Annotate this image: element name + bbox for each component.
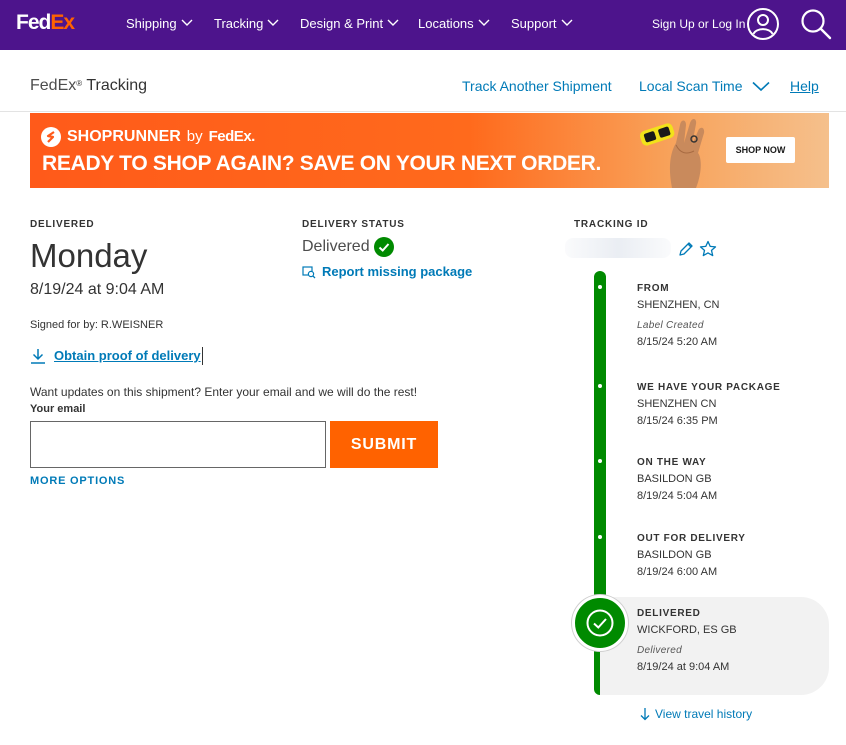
pencil-edit-icon[interactable]	[678, 241, 694, 257]
timeline-event-delivered: DELIVERED WICKFORD, ES GB Delivered 8/19…	[637, 608, 737, 673]
chevron-down-icon	[561, 19, 573, 27]
timeline-dot	[598, 459, 602, 463]
search-icon[interactable]	[799, 7, 833, 41]
nav-shipping[interactable]: Shipping	[126, 16, 193, 32]
shop-now-button[interactable]: SHOP NOW	[726, 137, 795, 163]
updates-prompt: Want updates on this shipment? Enter you…	[30, 385, 418, 399]
timeline-event: OUT FOR DELIVERY BASILDON GB 8/19/24 6:0…	[637, 533, 746, 578]
submit-button[interactable]: SUBMIT	[330, 421, 438, 468]
delivery-datetime: 8/19/24 at 9:04 AM	[30, 281, 165, 298]
track-another-shipment-link[interactable]: Track Another Shipment	[462, 77, 612, 95]
sign-up-log-in-link[interactable]: Sign Up or Log In	[652, 16, 745, 32]
timeline-event: ON THE WAY BASILDON GB 8/19/24 5:04 AM	[637, 457, 718, 502]
timeline-dot	[598, 384, 602, 388]
help-link[interactable]: Help	[790, 77, 819, 95]
check-circle-outline-icon	[586, 609, 614, 637]
download-icon	[31, 349, 45, 364]
delivered-label: DELIVERED	[30, 219, 95, 230]
view-travel-history-link[interactable]: View travel history	[640, 705, 752, 723]
shoprunner-promo-banner[interactable]: SHOPRUNNER by FedEx. READY TO SHOP AGAIN…	[30, 113, 829, 188]
email-field[interactable]	[30, 421, 326, 468]
chevron-down-icon	[181, 19, 193, 27]
shoprunner-icon	[41, 127, 61, 147]
check-circle-icon	[373, 237, 394, 257]
top-navigation-bar: FedEx Shipping Tracking Design & Print L…	[0, 0, 846, 50]
email-label: Your email	[30, 403, 86, 415]
nav-tracking[interactable]: Tracking	[214, 16, 279, 32]
package-search-icon	[302, 266, 316, 279]
delivery-status-label: DELIVERY STATUS	[302, 219, 405, 230]
report-missing-package-link[interactable]: Report missing package	[302, 263, 472, 281]
signed-for-text: Signed for by: R.WEISNER	[30, 319, 164, 331]
chevron-down-icon	[478, 19, 490, 27]
timeline-event: FROM SHENZHEN, CN Label Created 8/15/24 …	[637, 283, 720, 348]
divider	[0, 111, 846, 112]
obtain-proof-of-delivery-link[interactable]: Obtain proof of delivery	[30, 346, 203, 366]
arrow-down-icon	[640, 708, 650, 721]
more-options-link[interactable]: MORE OPTIONS	[30, 475, 125, 488]
banner-headline: READY TO SHOP AGAIN? SAVE ON YOUR NEXT O…	[42, 152, 602, 175]
star-icon[interactable]	[699, 240, 717, 258]
fedex-logo[interactable]: FedEx	[16, 10, 75, 36]
delivery-day: Monday	[30, 237, 148, 274]
nav-design-print[interactable]: Design & Print	[300, 16, 399, 32]
delivery-status-value: Delivered	[302, 237, 394, 257]
timeline-dot	[598, 285, 602, 289]
user-account-icon[interactable]	[746, 7, 780, 41]
page-title: FedEx® Tracking	[30, 77, 148, 94]
sunglasses-hand-image	[639, 118, 705, 188]
nav-locations[interactable]: Locations	[418, 16, 490, 32]
tracking-id-label: TRACKING ID	[574, 219, 649, 230]
timeline-event: WE HAVE YOUR PACKAGE SHENZHEN CN 8/15/24…	[637, 382, 781, 427]
nav-support[interactable]: Support	[511, 16, 573, 32]
chevron-down-icon	[387, 19, 399, 27]
chevron-down-icon	[752, 81, 770, 91]
delivered-check-circle	[572, 595, 628, 651]
chevron-down-icon	[267, 19, 279, 27]
local-scan-time-dropdown[interactable]: Local Scan Time	[639, 77, 770, 95]
shoprunner-logo: SHOPRUNNER by FedEx.	[41, 127, 255, 147]
timeline-dot	[598, 535, 602, 539]
tracking-id-value	[565, 238, 671, 258]
